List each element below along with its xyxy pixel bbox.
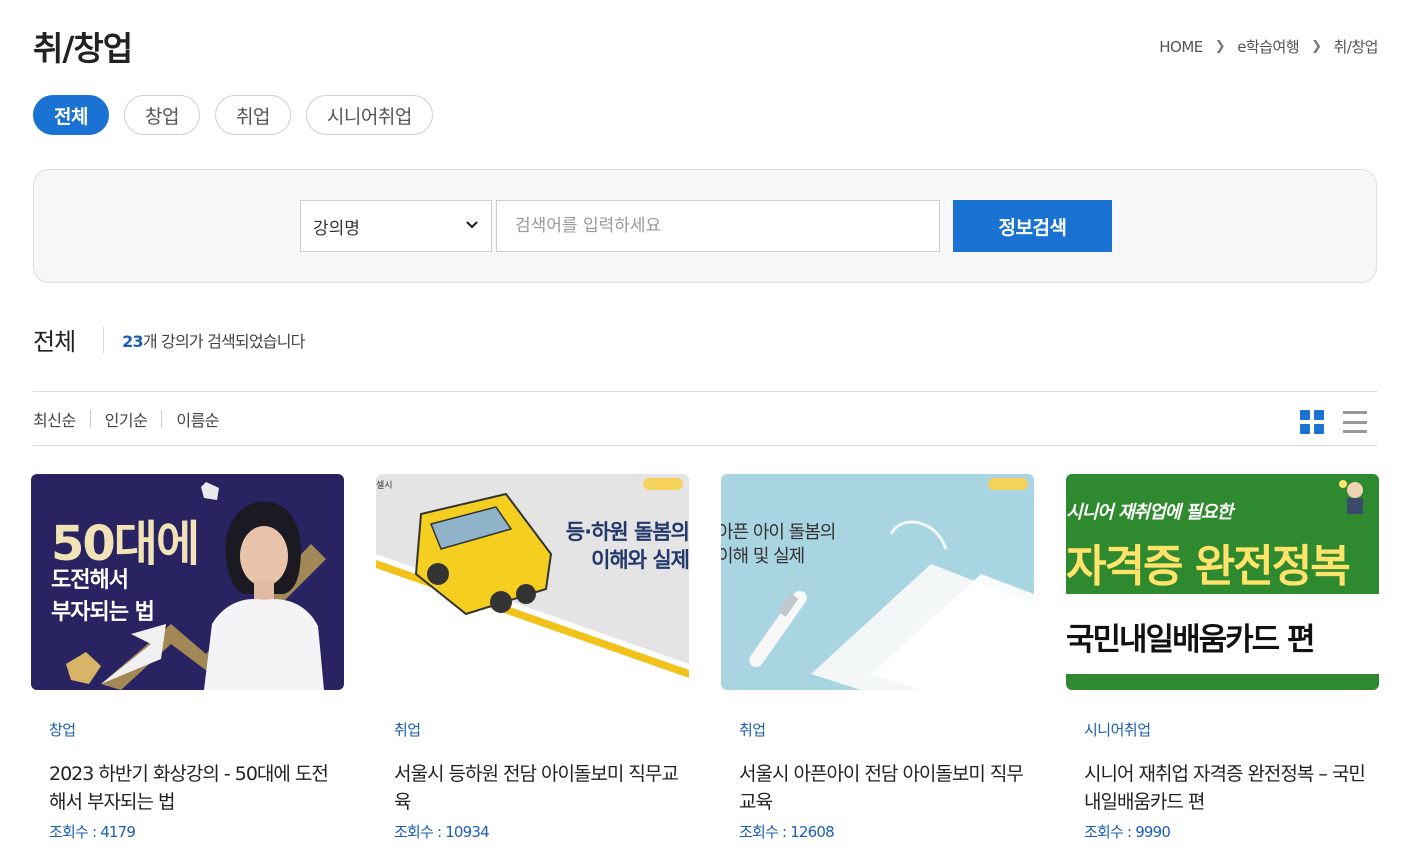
course-category: 취업 bbox=[394, 721, 421, 739]
brand-logo bbox=[643, 478, 683, 490]
tab-all[interactable]: 전체 bbox=[33, 95, 109, 135]
course-title[interactable]: 서울시 아픈아이 전담 아이돌보미 직무교육 bbox=[739, 760, 1029, 816]
course-category: 취업 bbox=[739, 721, 766, 739]
results-count-text: 23개 강의가 검색되었습니다 bbox=[122, 328, 306, 352]
tab-employment[interactable]: 취업 bbox=[214, 95, 291, 135]
divider bbox=[33, 391, 1377, 392]
course-thumbnail[interactable]: 50대에 도전해서 부자되는 법 bbox=[31, 474, 344, 690]
results-header: 전체 23개 강의가 검색되었습니다 bbox=[33, 322, 305, 357]
category-tabs: 전체 창업 취업 시니어취업 bbox=[33, 95, 433, 135]
page-title: 취/창업 bbox=[33, 29, 133, 68]
divider bbox=[161, 410, 163, 428]
thumbnail-subline: 이해와 실제 bbox=[591, 548, 689, 572]
grid-cell bbox=[1314, 424, 1324, 434]
thumbnail-subline: 이해 및 실제 bbox=[721, 546, 805, 567]
sort-popular[interactable]: 인기순 bbox=[105, 407, 148, 431]
thumbnail-subline: 부자되는 법 bbox=[51, 600, 155, 625]
thumbnail-footer-band bbox=[1066, 674, 1379, 690]
search-input[interactable] bbox=[496, 200, 940, 252]
divider bbox=[89, 410, 91, 428]
course-title[interactable]: 2023 하반기 화상강의 - 50대에 도전해서 부자되는 법 bbox=[49, 760, 339, 816]
grid-cell bbox=[1300, 410, 1310, 420]
breadcrumb-e-learning[interactable]: e학습여행 bbox=[1237, 36, 1299, 57]
sort-options: 최신순 인기순 이름순 bbox=[33, 407, 220, 431]
list-line bbox=[1343, 411, 1367, 414]
course-views: 조회수 : 10934 bbox=[394, 823, 490, 841]
grid-view-icon[interactable] bbox=[1300, 410, 1324, 434]
course-category: 창업 bbox=[49, 721, 76, 739]
thermometer-mask-image bbox=[749, 520, 1034, 690]
tab-senior-employment[interactable]: 시니어취업 bbox=[305, 95, 433, 135]
grid-cell bbox=[1314, 410, 1324, 420]
course-card[interactable]: 50대에 도전해서 부자되는 법 창업 2023 하반기 화상강의 - 50대에… bbox=[31, 474, 344, 842]
results-count: 23 bbox=[122, 331, 143, 351]
course-views: 조회수 : 12608 bbox=[739, 823, 835, 841]
thumbnail-headline: 시니어 재취업에 필요한 bbox=[1066, 502, 1233, 523]
thumbnail-headline: 등·하원 돌봄의 bbox=[565, 520, 689, 544]
divider bbox=[103, 326, 105, 353]
course-title[interactable]: 시니어 재취업 자격증 완전정복 – 국민내일배움카드 편 bbox=[1084, 760, 1374, 816]
sort-latest[interactable]: 최신순 bbox=[33, 407, 76, 431]
tab-startup[interactable]: 창업 bbox=[123, 95, 200, 135]
search-select-value: 강의명 bbox=[313, 218, 360, 239]
brand-logo bbox=[988, 478, 1028, 490]
list-line bbox=[1343, 430, 1367, 433]
course-category: 시니어취업 bbox=[1084, 721, 1151, 739]
character-icon bbox=[1339, 480, 1363, 514]
course-thumbnail[interactable]: 셀시 등·하원 돌봄의 이해와 실제 bbox=[376, 474, 689, 690]
list-view-icon[interactable] bbox=[1343, 411, 1367, 433]
course-title[interactable]: 서울시 등하원 전담 아이돌보미 직무교육 bbox=[394, 760, 684, 816]
school-bus-image bbox=[376, 492, 689, 690]
course-views: 조회수 : 4179 bbox=[49, 823, 136, 841]
grid-cell bbox=[1300, 424, 1310, 434]
search-panel: 강의명 정보검색 bbox=[33, 169, 1377, 283]
thumbnail-subline: 국민내일배움카드 편 bbox=[1066, 622, 1315, 658]
course-thumbnail[interactable]: 시니어 재취업에 필요한 자격증 완전정복 국민내일배움카드 편 bbox=[1066, 474, 1379, 690]
thumbnail-tag: 셀시 bbox=[376, 481, 393, 491]
instructor-portrait-image bbox=[204, 501, 324, 690]
course-card[interactable]: 아픈 아이 돌봄의 이해 및 실제 취업 서울시 아픈아이 전담 아이돌보미 직… bbox=[721, 474, 1034, 842]
course-thumbnail[interactable]: 아픈 아이 돌봄의 이해 및 실제 bbox=[721, 474, 1034, 690]
divider bbox=[33, 445, 1377, 446]
breadcrumb: HOME ❯ e학습여행 ❯ 취/창업 bbox=[1159, 36, 1378, 57]
sort-name[interactable]: 이름순 bbox=[176, 407, 219, 431]
chevron-down-icon bbox=[465, 218, 479, 234]
course-card[interactable]: 셀시 등·하원 돌봄의 이해와 실제 취업 서울시 등하원 전담 아이돌보미 직… bbox=[376, 474, 689, 842]
thumbnail-subline: 도전해서 bbox=[51, 568, 129, 593]
course-views: 조회수 : 9990 bbox=[1084, 823, 1171, 841]
breadcrumb-current[interactable]: 취/창업 bbox=[1334, 36, 1379, 57]
breadcrumb-home[interactable]: HOME bbox=[1159, 38, 1203, 56]
thumbnail-headline: 아픈 아이 돌봄의 bbox=[721, 522, 836, 543]
search-button[interactable]: 정보검색 bbox=[953, 200, 1112, 252]
course-card[interactable]: 시니어 재취업에 필요한 자격증 완전정복 국민내일배움카드 편 시니어취업 시… bbox=[1066, 474, 1379, 842]
results-title: 전체 bbox=[33, 328, 76, 356]
chevron-right-icon: ❯ bbox=[1214, 39, 1226, 54]
list-line bbox=[1343, 420, 1367, 424]
results-count-suffix: 개 강의가 검색되었습니다 bbox=[142, 331, 306, 351]
chevron-right-icon: ❯ bbox=[1311, 39, 1322, 54]
thumbnail-big-text: 자격증 완전정복 bbox=[1066, 541, 1351, 592]
search-field-select[interactable]: 강의명 bbox=[300, 200, 492, 252]
